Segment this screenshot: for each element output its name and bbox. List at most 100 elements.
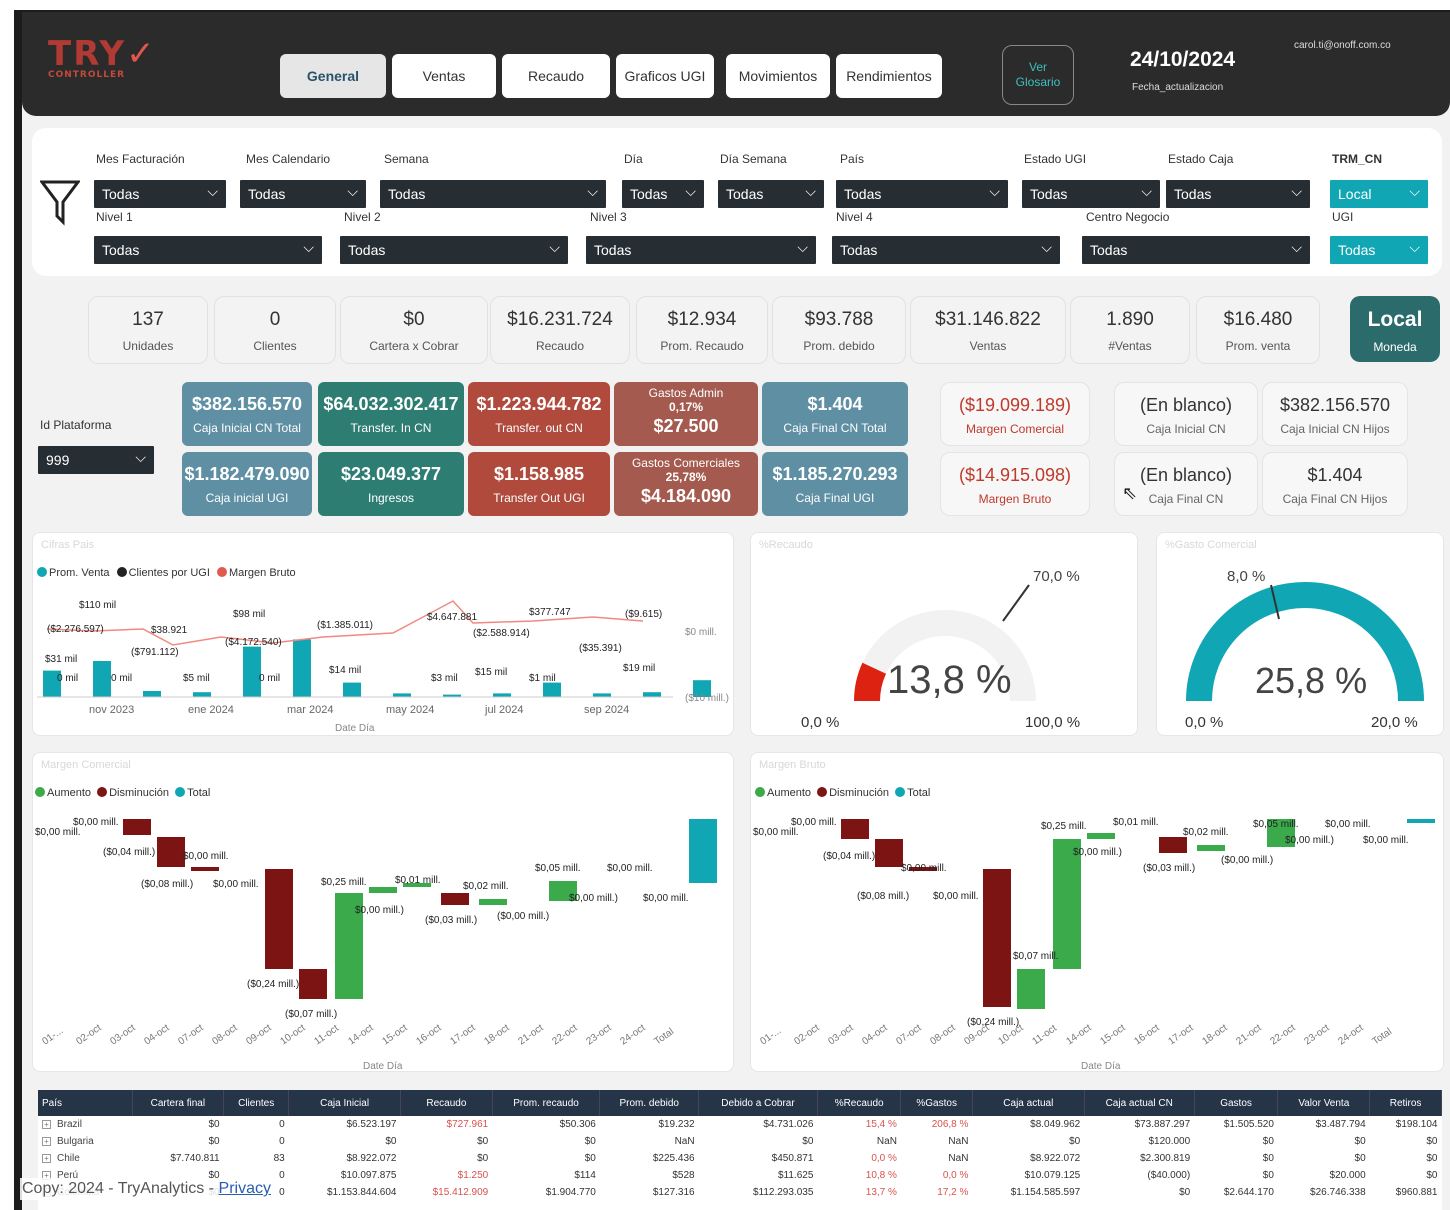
- table-cell: $0: [1069, 1136, 1081, 1147]
- table-cell: $0: [208, 1119, 220, 1130]
- x-tick-label: 14-oct: [346, 1022, 375, 1047]
- country-cell[interactable]: + Bulgaria: [38, 1133, 132, 1150]
- column-header[interactable]: %Gastos: [900, 1090, 973, 1116]
- plataforma-dropdown[interactable]: 999 ⌵: [38, 446, 154, 474]
- gauge-target-label: 70,0 %: [1033, 568, 1080, 585]
- column-header[interactable]: Retiros: [1369, 1090, 1442, 1116]
- data-label: ($0,08 mill.): [857, 891, 909, 902]
- tab-general[interactable]: General: [280, 54, 386, 98]
- filter-dropdown-7[interactable]: Todas ⌵: [1022, 180, 1160, 208]
- column-header[interactable]: Caja actual: [972, 1090, 1085, 1116]
- filter-dropdown-8[interactable]: Todas ⌵: [1166, 180, 1310, 208]
- filter-label-2: Mes Calendario: [246, 152, 331, 166]
- tab-graficos-ugi[interactable]: Graficos UGI: [616, 54, 714, 98]
- chart-cifras-pais: Cifras Pais Prom. Venta Clientes por UGI…: [32, 532, 734, 736]
- column-header[interactable]: %Recaudo: [817, 1090, 902, 1116]
- filter-dropdown-1[interactable]: Todas ⌵: [94, 180, 226, 208]
- tab-recaudo[interactable]: Recaudo: [502, 54, 610, 98]
- gauge-min: 0,0 %: [1185, 714, 1223, 731]
- data-label: ($0,00 mill.): [497, 911, 549, 922]
- filter-dropdown-level-6[interactable]: Todas ⌵: [1330, 236, 1428, 264]
- x-tick-label: 02-oct: [74, 1022, 103, 1047]
- data-label: ($0,04 mill.): [823, 851, 875, 862]
- table-row[interactable]: + Chile $7.740.811 83 $8.922.072 $0 $0 $225.436…: [38, 1150, 1442, 1167]
- filter-dropdown-5[interactable]: Todas ⌵: [718, 180, 824, 208]
- column-header[interactable]: Caja actual CN: [1084, 1090, 1195, 1116]
- data-label: $0,05 mill.: [1253, 819, 1299, 830]
- privacy-link[interactable]: Privacy: [219, 1180, 271, 1197]
- table-cell: 0,0 %: [942, 1170, 969, 1181]
- filter-dropdown-2[interactable]: Todas ⌵: [240, 180, 366, 208]
- x-tick-label: 23-oct: [584, 1022, 613, 1047]
- data-label: ($9.615): [625, 609, 662, 620]
- column-header[interactable]: Gastos: [1194, 1090, 1279, 1116]
- data-label: $0,00 mill.: [183, 851, 229, 862]
- tab-ventas[interactable]: Ventas: [392, 54, 496, 98]
- user-email: carol.ti@onoff.com.co: [1294, 40, 1391, 51]
- filter-dropdown-level-5[interactable]: Todas ⌵: [1082, 236, 1310, 264]
- filter-dropdown-level-3[interactable]: Todas ⌵: [586, 236, 816, 264]
- column-header[interactable]: Prom. debido: [599, 1090, 700, 1116]
- data-label: ($4.172.540): [225, 637, 282, 648]
- column-header[interactable]: Recaudo: [400, 1090, 493, 1116]
- expand-icon[interactable]: +: [42, 1154, 51, 1163]
- data-label: $14 mil: [329, 665, 361, 676]
- column-header[interactable]: País: [38, 1090, 133, 1116]
- card-margen-comercial: ($19.099.189) Margen Comercial: [940, 382, 1090, 446]
- column-header[interactable]: Prom. recaudo: [492, 1090, 601, 1116]
- tile-caja-inicial-ugi: $1.182.479.090 Caja inicial UGI: [182, 452, 312, 516]
- gauge-max: 20,0 %: [1371, 714, 1418, 731]
- tile-gastos-comerciales: Gastos Comerciales 25,78% $4.184.090: [614, 452, 758, 516]
- bar: [593, 693, 611, 697]
- waterfall-bar: [1053, 839, 1081, 969]
- glossary-button[interactable]: Ver Glosario: [1002, 45, 1074, 105]
- chevron-down-icon: ⌵: [347, 183, 358, 199]
- card-caja-final-hijos: $1.404 Caja Final CN Hijos: [1262, 452, 1408, 516]
- waterfall-bar: [369, 887, 397, 893]
- table-row[interactable]: + Brazil $0 0 $6.523.197 $727.961 $50.306 $19.2…: [38, 1116, 1442, 1133]
- x-tick-label: 07-oct: [176, 1022, 205, 1047]
- table-cell: $225.436: [652, 1153, 695, 1164]
- tab-movimientos[interactable]: Movimientos: [726, 54, 830, 98]
- table-row[interactable]: + Bulgaria $0 0 $0 $0 $0 NaN $0 NaN NaN $0 $120.000 $…: [38, 1133, 1442, 1150]
- x-tick-label: Total: [1370, 1026, 1394, 1047]
- filter-dropdown-level-1[interactable]: Todas ⌵: [94, 236, 322, 264]
- filter-dropdown-level-4[interactable]: Todas ⌵: [832, 236, 1060, 264]
- currency-card[interactable]: Local Moneda: [1350, 296, 1440, 362]
- filter-dropdown-9[interactable]: Local ⌵: [1330, 180, 1428, 208]
- filter-dropdown-level-2[interactable]: Todas ⌵: [340, 236, 568, 264]
- column-header[interactable]: Caja Inicial: [288, 1090, 401, 1116]
- data-label: $0,00 mill.: [933, 891, 979, 902]
- table-cell: 206,8 %: [931, 1119, 969, 1130]
- filter-dropdown-6[interactable]: Todas ⌵: [836, 180, 1008, 208]
- data-label: ($0,03 mill.): [425, 915, 477, 926]
- table-cell: $6.523.197: [346, 1119, 397, 1130]
- table-cell: 13,7 %: [865, 1187, 897, 1198]
- tile-transfer-in: $64.032.302.417 Transfer. In CN: [318, 382, 464, 446]
- expand-icon[interactable]: +: [42, 1137, 51, 1146]
- data-label: $0,07 mill.: [1013, 951, 1059, 962]
- column-header[interactable]: Valor Venta: [1277, 1090, 1371, 1116]
- column-header[interactable]: Cartera final: [132, 1090, 225, 1116]
- kpi-card-cartera-x-cobrar: $0 Cartera x Cobrar: [340, 296, 488, 364]
- table-cell: $0: [1354, 1153, 1366, 1164]
- x-tick-label: 21-oct: [516, 1022, 545, 1047]
- table-cell: NaN: [948, 1153, 969, 1164]
- filter-label-9: TRM_CN: [1332, 152, 1382, 166]
- expand-icon[interactable]: +: [42, 1120, 51, 1129]
- data-label: 0 mil: [111, 673, 132, 684]
- column-header[interactable]: Debido a Cobrar: [698, 1090, 818, 1116]
- kpi-card--ventas: 1.890 #Ventas: [1070, 296, 1190, 364]
- filter-dropdown-4[interactable]: Todas ⌵: [622, 180, 704, 208]
- country-cell[interactable]: + Brazil: [38, 1116, 132, 1133]
- table-cell: $727.961: [446, 1119, 489, 1130]
- column-header[interactable]: Clientes: [223, 1090, 290, 1116]
- data-label: ($0,03 mill.): [1143, 863, 1195, 874]
- x-tick-label: 23-oct: [1302, 1022, 1331, 1047]
- country-cell[interactable]: + Chile: [38, 1150, 132, 1167]
- filter-dropdown-3[interactable]: Todas ⌵: [380, 180, 606, 208]
- tab-rendimientos[interactable]: Rendimientos: [836, 54, 942, 98]
- data-label: $0,00 mill.: [607, 863, 653, 874]
- x-tick-label: 16-oct: [1132, 1022, 1161, 1047]
- card-caja-inicial-hijos: $382.156.570 Caja Inicial CN Hijos: [1262, 382, 1408, 446]
